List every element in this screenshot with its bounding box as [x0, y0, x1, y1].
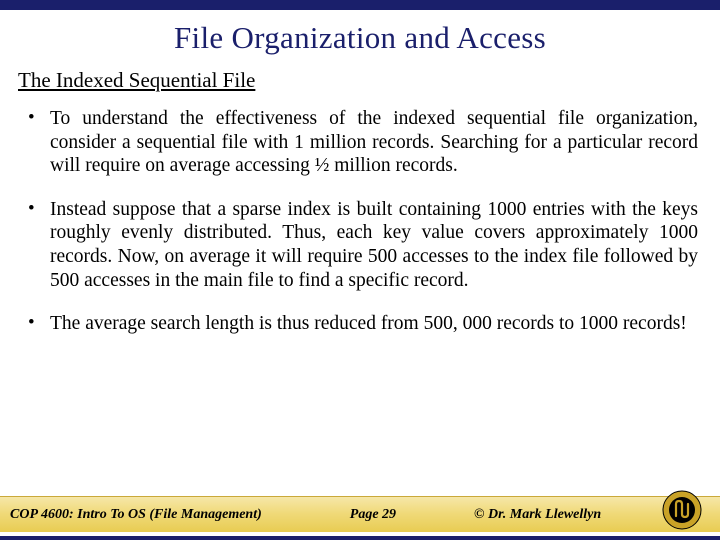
bullet-item: The average search length is thus reduce…: [22, 312, 698, 336]
bullet-list: To understand the effectiveness of the i…: [22, 107, 698, 336]
page-number: Page 29: [350, 507, 396, 523]
course-label: COP 4600: Intro To OS (File Management): [0, 507, 262, 523]
ucf-logo-icon: [662, 490, 702, 530]
author-credit: © Dr. Mark Llewellyn: [474, 507, 601, 523]
slide-body: To understand the effectiveness of the i…: [0, 107, 720, 336]
slide: File Organization and Access The Indexed…: [0, 0, 720, 540]
footer-bar: COP 4600: Intro To OS (File Management) …: [0, 496, 720, 532]
bullet-item: Instead suppose that a sparse index is b…: [22, 198, 698, 292]
slide-subtitle: The Indexed Sequential File: [18, 68, 720, 93]
bullet-item: To understand the effectiveness of the i…: [22, 107, 698, 178]
slide-title: File Organization and Access: [0, 20, 720, 56]
